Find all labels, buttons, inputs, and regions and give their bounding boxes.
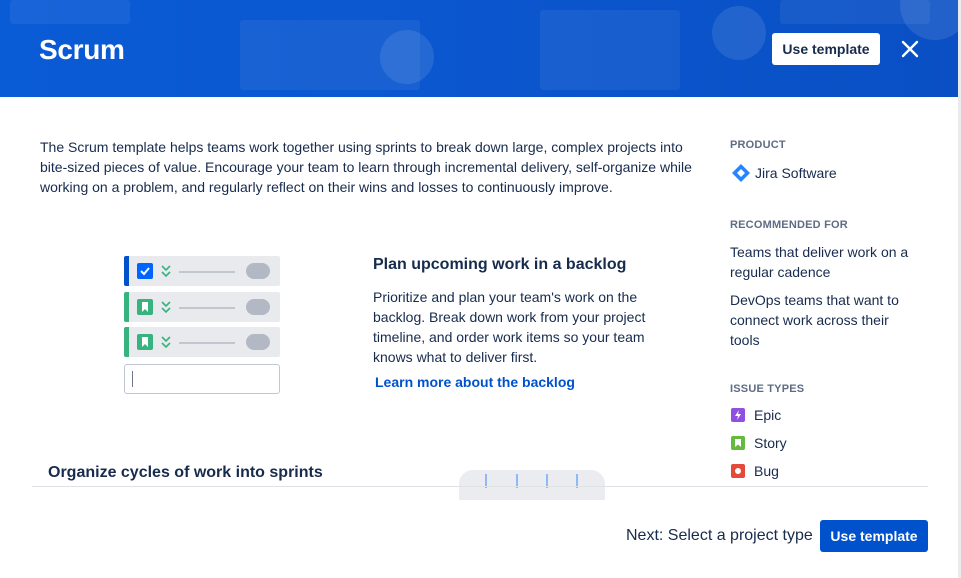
feature-description: Prioritize and plan your team's work on … [373, 289, 646, 365]
product-name: Jira Software [755, 165, 837, 181]
next-step-text: Next: Select a project type [626, 527, 813, 544]
checkbox-icon [137, 263, 153, 279]
issue-type-name: Epic [754, 407, 782, 423]
product-label: PRODUCT [730, 139, 786, 151]
issue-type-name: Story [754, 435, 787, 451]
page-title: Scrum [39, 34, 125, 65]
recommended-item: Teams that deliver work on a regular cad… [730, 244, 909, 280]
issue-type-epic: Epic [731, 407, 781, 423]
issue-type-bug: Bug [731, 463, 779, 479]
row-line [179, 307, 235, 309]
row-accent [124, 256, 129, 286]
create-issue-input-illustration [124, 364, 280, 394]
row-accent [124, 327, 129, 357]
bug-icon [731, 464, 745, 478]
header-decoration [780, 0, 930, 24]
close-icon[interactable] [898, 37, 922, 61]
backlog-row [124, 256, 280, 286]
content-divider [32, 486, 928, 487]
row-accent [124, 292, 129, 322]
text-caret [132, 371, 133, 387]
backlog-illustration [124, 256, 284, 396]
issue-type-name: Bug [754, 463, 779, 479]
feature-title: Plan upcoming work in a backlog [373, 256, 627, 273]
recommended-item: DevOps teams that want to connect work a… [730, 292, 899, 348]
bookmark-icon [137, 334, 153, 350]
header-decoration [240, 20, 420, 90]
bookmark-icon [731, 436, 745, 450]
jira-software-icon [732, 164, 750, 182]
issue-types-label: ISSUE TYPES [730, 383, 805, 395]
priority-icon [161, 336, 171, 349]
header-decoration [712, 6, 766, 60]
row-pill [246, 334, 270, 350]
sprints-section-title: Organize cycles of work into sprints [48, 464, 323, 481]
template-description: The Scrum template helps teams work toge… [40, 139, 692, 195]
row-line [179, 271, 235, 273]
row-pill [246, 299, 270, 315]
use-template-footer-button[interactable]: Use template [820, 520, 928, 552]
sprint-illustration [459, 470, 605, 500]
backlog-row [124, 292, 280, 322]
row-line [179, 342, 235, 344]
product-info: Jira Software [731, 163, 837, 183]
recommended-label: RECOMMENDED FOR [730, 219, 848, 231]
lightning-icon [731, 408, 745, 422]
use-template-button[interactable]: Use template [772, 33, 880, 65]
template-header: Scrum Use template [0, 0, 961, 97]
learn-more-backlog-link[interactable]: Learn more about the backlog [375, 374, 575, 390]
issue-type-story: Story [731, 435, 787, 451]
row-pill [246, 263, 270, 279]
header-decoration [540, 10, 680, 90]
bookmark-icon [137, 299, 153, 315]
backlog-row [124, 327, 280, 357]
priority-icon [161, 265, 171, 278]
priority-icon [161, 301, 171, 314]
header-decoration [10, 0, 130, 24]
